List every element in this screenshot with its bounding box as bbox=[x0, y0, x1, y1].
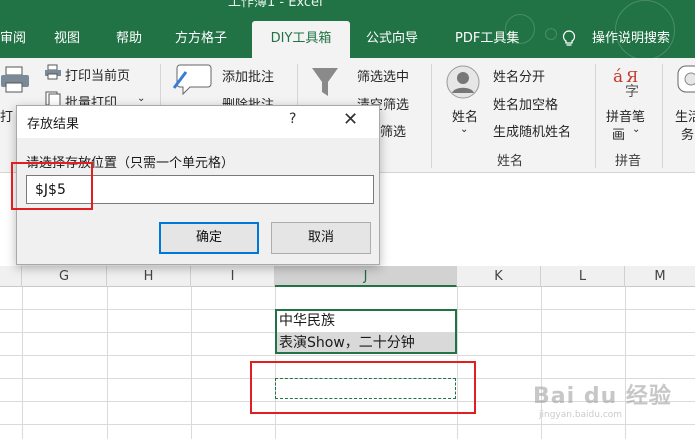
comment-icon bbox=[172, 62, 212, 100]
person-icon bbox=[446, 65, 480, 103]
column-header-h[interactable]: H bbox=[107, 266, 191, 287]
cell-j5[interactable]: 表演Show，二十分钟 bbox=[279, 332, 415, 354]
decorative-circle bbox=[545, 28, 557, 40]
ribbon-separator bbox=[431, 64, 432, 168]
column-header-i[interactable]: I bbox=[191, 266, 275, 287]
filter-icon bbox=[310, 66, 340, 104]
pinyin-pen-sub-label[interactable]: 画 bbox=[612, 124, 625, 143]
svg-text:á: á bbox=[613, 67, 623, 87]
pinyin-pen-button[interactable]: 拼音笔 bbox=[606, 106, 645, 125]
window-title: 工作薄1 - Excel bbox=[228, 0, 323, 10]
tab-review[interactable]: 审阅 bbox=[0, 20, 26, 58]
print-button-label[interactable]: 打 bbox=[0, 106, 13, 125]
close-icon[interactable]: ✕ bbox=[343, 109, 358, 130]
tab-pdf-tools[interactable]: PDF工具集 bbox=[455, 20, 519, 58]
watermark-url: jingyan.baidu.com bbox=[539, 410, 623, 420]
help-icon[interactable]: ? bbox=[289, 111, 296, 127]
column-header-row: G H I J K L M bbox=[0, 266, 695, 287]
printer-icon bbox=[0, 66, 30, 98]
print-current-page-button[interactable]: 打印当前页 bbox=[65, 65, 130, 84]
tab-formula-wizard[interactable]: 公式向导 bbox=[366, 20, 418, 58]
gridline bbox=[0, 355, 695, 356]
ok-button[interactable]: 确定 bbox=[159, 222, 259, 254]
svg-text:字: 字 bbox=[625, 84, 639, 98]
life-service-icon bbox=[676, 64, 695, 100]
cancel-button[interactable]: 取消 bbox=[271, 222, 371, 254]
column-header-f[interactable] bbox=[0, 266, 22, 287]
ribbon-tab-bar: 审阅 视图 帮助 方方格子 DIY工具箱 公式向导 PDF工具集 操作说明搜索 bbox=[0, 0, 695, 60]
life-service-label[interactable]: 生活 bbox=[675, 106, 695, 125]
tab-fangfang[interactable]: 方方格子 bbox=[175, 20, 227, 58]
title-bar: 工作薄1 - Excel bbox=[0, 0, 695, 20]
split-name-button[interactable]: 姓名分开 bbox=[493, 66, 545, 85]
chevron-down-icon[interactable]: ⌄ bbox=[632, 124, 640, 135]
column-header-l[interactable]: L bbox=[541, 266, 625, 287]
column-header-j[interactable]: J bbox=[275, 266, 457, 287]
red-highlight-input bbox=[11, 162, 93, 210]
tab-diy-toolbox[interactable]: DIY工具箱 bbox=[252, 21, 350, 58]
add-comment-button[interactable]: 添加批注 bbox=[222, 66, 274, 85]
chevron-down-icon[interactable]: ⌄ bbox=[460, 124, 468, 135]
print-page-icon bbox=[44, 64, 62, 84]
watermark-brand: Bai du 经验 bbox=[533, 384, 672, 409]
lightbulb-icon bbox=[562, 30, 576, 52]
name-button[interactable]: 姓名 bbox=[452, 106, 478, 125]
tell-me-search[interactable]: 操作说明搜索 bbox=[592, 20, 670, 58]
dialog-title: 存放结果 bbox=[27, 117, 80, 132]
cell-j4[interactable]: 中华民族 bbox=[279, 310, 335, 332]
dialog-title-bar: 存放结果 ? ✕ bbox=[17, 106, 379, 138]
name-group-label: 姓名 bbox=[497, 154, 524, 169]
pinyin-group-label: 拼音 bbox=[615, 154, 642, 169]
baidu-watermark: Bai du 经验 jingyan.baidu.com bbox=[533, 372, 673, 432]
pinyin-icon: áЯ字 bbox=[612, 64, 644, 102]
tab-help[interactable]: 帮助 bbox=[116, 20, 142, 58]
filter-selected-button[interactable]: 筛选选中 bbox=[357, 66, 409, 85]
random-name-button[interactable]: 生成随机姓名 bbox=[493, 121, 571, 140]
column-header-g[interactable]: G bbox=[22, 266, 107, 287]
chevron-down-icon[interactable]: ⌄ bbox=[137, 93, 145, 104]
ribbon-separator bbox=[662, 64, 663, 168]
column-header-k[interactable]: K bbox=[457, 266, 541, 287]
name-add-space-button[interactable]: 姓名加空格 bbox=[493, 94, 558, 113]
red-highlight-target-cell bbox=[250, 361, 476, 414]
column-header-m[interactable]: M bbox=[625, 266, 695, 287]
life-service-label-2[interactable]: 务 bbox=[681, 124, 694, 143]
tab-view[interactable]: 视图 bbox=[54, 20, 80, 58]
ribbon-separator bbox=[595, 64, 596, 168]
